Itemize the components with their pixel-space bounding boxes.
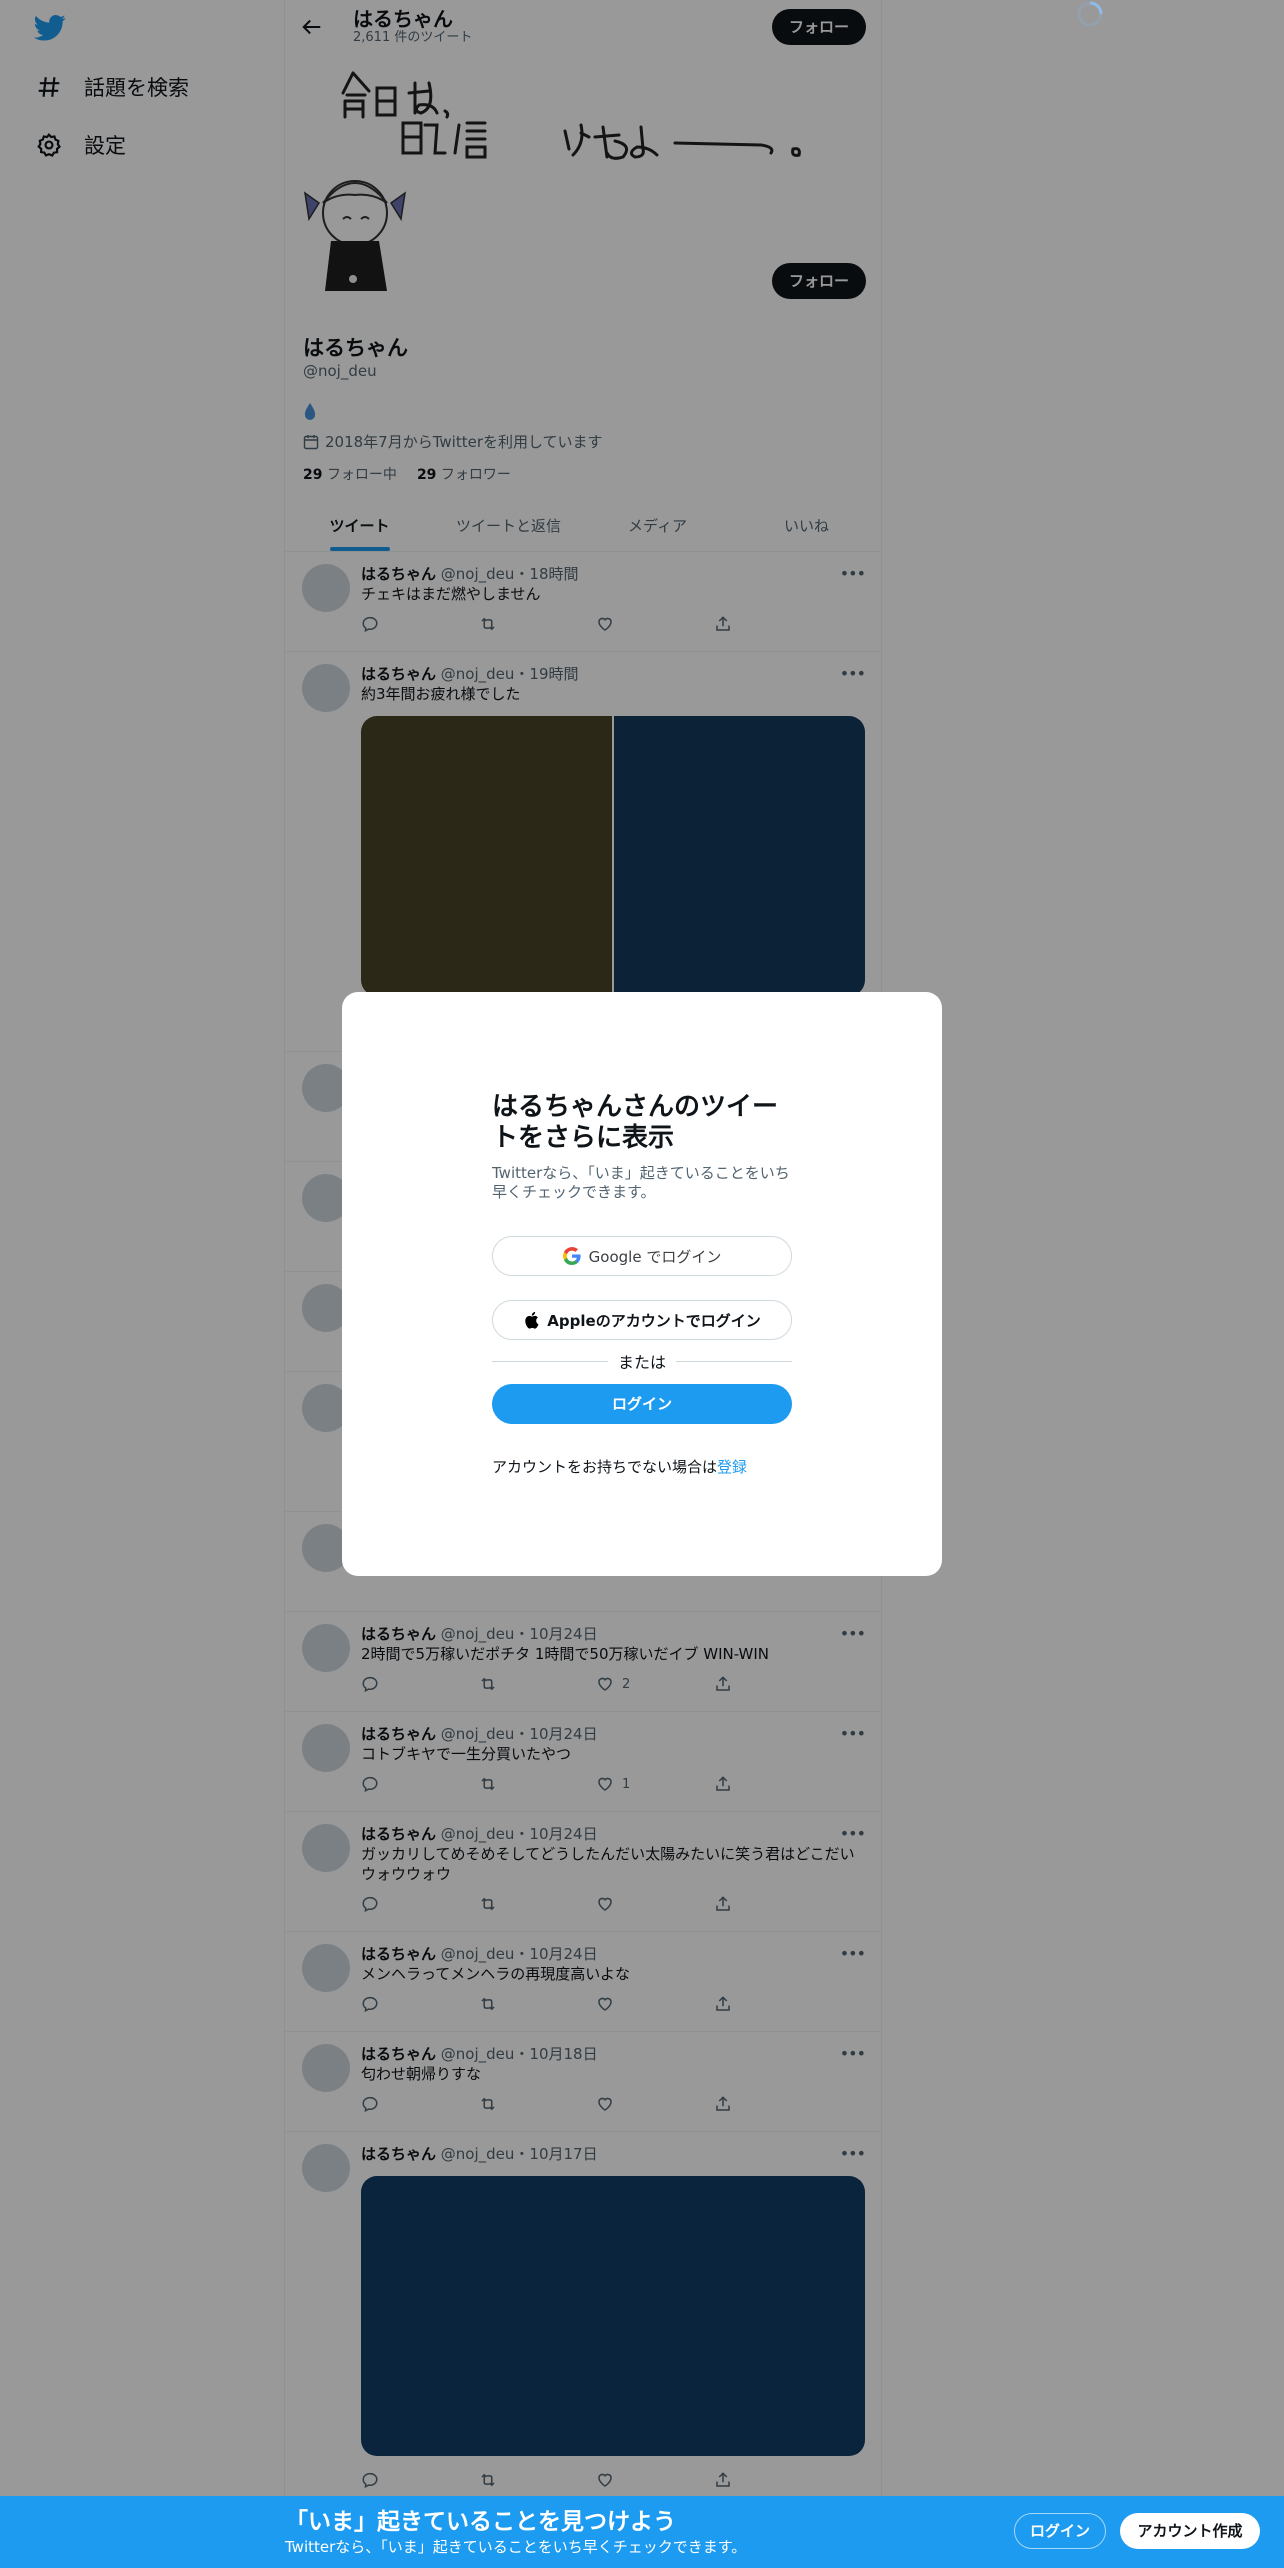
apple-icon bbox=[523, 1311, 539, 1329]
bottom-signup-bar: 「いま」起きていることを見つけよう Twitterなら、「いま」起きていることを… bbox=[0, 2496, 1284, 2568]
signup-prompt-text: アカウントをお持ちでない場合は bbox=[492, 1458, 718, 1476]
signup-prompt: アカウントをお持ちでない場合は登録 bbox=[492, 1456, 832, 1477]
apple-login-button[interactable]: Appleのアカウントでログイン bbox=[492, 1300, 792, 1340]
or-divider: または bbox=[492, 1351, 792, 1372]
google-login-label: Google でログイン bbox=[588, 1247, 722, 1266]
login-modal: はるちゃんさんのツイートをさらに表示 Twitterなら、「いま」起きていること… bbox=[342, 992, 942, 1576]
or-label: または bbox=[618, 1353, 667, 1372]
signup-link[interactable]: 登録 bbox=[717, 1458, 747, 1476]
modal-title: はるちゃんさんのツイートをさらに表示 bbox=[492, 1092, 779, 1153]
bottom-signup-button[interactable]: アカウント作成 bbox=[1120, 2513, 1260, 2549]
google-icon bbox=[562, 1247, 581, 1265]
loading-spinner-icon bbox=[1076, 0, 1104, 28]
login-button[interactable]: ログイン bbox=[492, 1384, 792, 1424]
bottom-bar-subtitle: Twitterなら、「いま」起きていることをいち早くチェックできます。 bbox=[285, 2538, 747, 2556]
bottom-login-button[interactable]: ログイン bbox=[1014, 2513, 1106, 2549]
google-login-button[interactable]: Google でログイン bbox=[492, 1236, 792, 1276]
apple-login-label: Appleのアカウントでログイン bbox=[547, 1311, 761, 1330]
modal-subtitle: Twitterなら、「いま」起きていることをいち早くチェックできます。 bbox=[492, 1164, 790, 1201]
bottom-bar-title: 「いま」起きていることを見つけよう bbox=[285, 2509, 676, 2535]
